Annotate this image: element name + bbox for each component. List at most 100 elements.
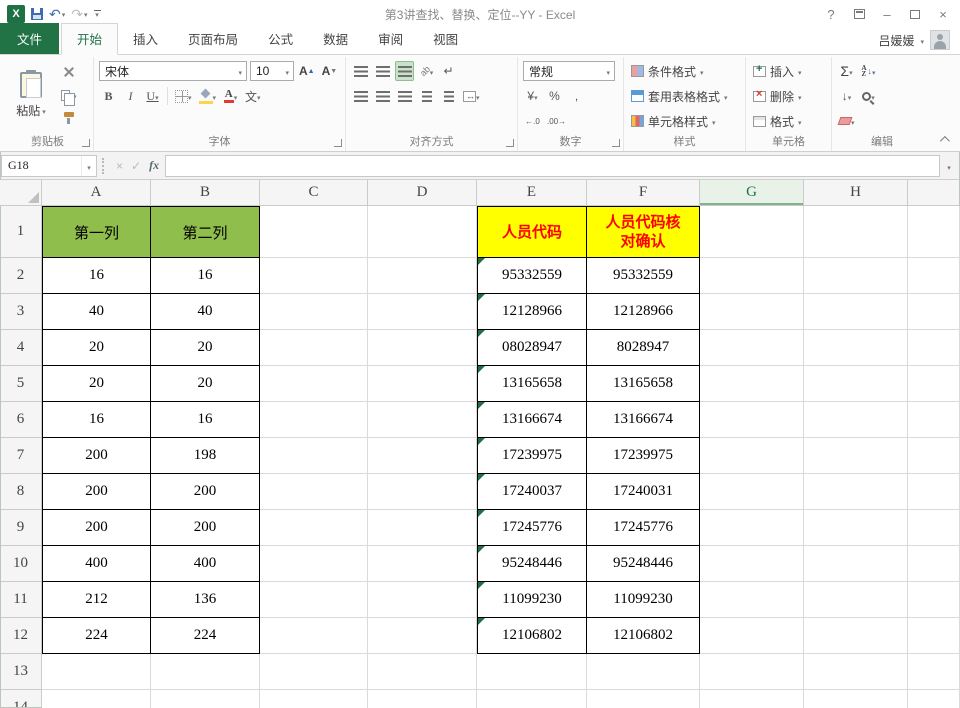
cell-E6[interactable]: 13166674 bbox=[477, 402, 587, 438]
cell-F9[interactable]: 17245776 bbox=[587, 510, 700, 546]
align-middle-button[interactable] bbox=[373, 61, 392, 81]
cell-B11[interactable]: 136 bbox=[151, 582, 260, 618]
tab-view[interactable]: 视图 bbox=[418, 24, 473, 54]
cell-E3[interactable]: 12128966 bbox=[477, 294, 587, 330]
cell-F3[interactable]: 12128966 bbox=[587, 294, 700, 330]
row-header-9[interactable]: 9 bbox=[0, 510, 42, 546]
cell-D2[interactable] bbox=[368, 258, 477, 294]
column-header-C[interactable]: C bbox=[260, 180, 368, 206]
cell-B10[interactable]: 400 bbox=[151, 546, 260, 582]
cell-E2[interactable]: 95332559 bbox=[477, 258, 587, 294]
cell-H4[interactable] bbox=[804, 330, 908, 366]
cell-G5[interactable] bbox=[700, 366, 804, 402]
cut-button[interactable] bbox=[59, 62, 79, 82]
avatar[interactable] bbox=[930, 30, 950, 50]
cell-H12[interactable] bbox=[804, 618, 908, 654]
cell-F14[interactable] bbox=[587, 690, 700, 708]
font-dialog-launcher[interactable] bbox=[334, 139, 342, 147]
row-header-11[interactable]: 11 bbox=[0, 582, 42, 618]
italic-button[interactable]: I bbox=[121, 86, 140, 106]
cell-C13[interactable] bbox=[260, 654, 368, 690]
help-button[interactable]: ? bbox=[818, 3, 844, 25]
cell-A2[interactable]: 16 bbox=[42, 258, 151, 294]
cell-A5[interactable]: 20 bbox=[42, 366, 151, 402]
autosum-button[interactable]: Σ bbox=[837, 61, 856, 81]
row-header-10[interactable]: 10 bbox=[0, 546, 42, 582]
borders-button[interactable] bbox=[173, 86, 194, 106]
cell-E11[interactable]: 11099230 bbox=[477, 582, 587, 618]
row-header-13[interactable]: 13 bbox=[0, 654, 42, 690]
cell-F5[interactable]: 13165658 bbox=[587, 366, 700, 402]
cell-C9[interactable] bbox=[260, 510, 368, 546]
cell-F6[interactable]: 13166674 bbox=[587, 402, 700, 438]
cell-H7[interactable] bbox=[804, 438, 908, 474]
row-header-8[interactable]: 8 bbox=[0, 474, 42, 510]
conditional-formatting-button[interactable]: 条件格式 bbox=[629, 59, 740, 83]
cell-F7[interactable]: 17239975 bbox=[587, 438, 700, 474]
cell-E12[interactable]: 12106802 bbox=[477, 618, 587, 654]
cell-B6[interactable]: 16 bbox=[151, 402, 260, 438]
cell-H8[interactable] bbox=[804, 474, 908, 510]
cell-C1[interactable] bbox=[260, 206, 368, 258]
row-header-6[interactable]: 6 bbox=[0, 402, 42, 438]
cell-D9[interactable] bbox=[368, 510, 477, 546]
cell-D10[interactable] bbox=[368, 546, 477, 582]
cell-E5[interactable]: 13165658 bbox=[477, 366, 587, 402]
font-size-combo[interactable]: 10 bbox=[250, 61, 294, 81]
cell-B1[interactable]: 第二列 bbox=[151, 206, 260, 258]
cell-E13[interactable] bbox=[477, 654, 587, 690]
find-select-button[interactable] bbox=[859, 86, 878, 106]
cell-F12[interactable]: 12106802 bbox=[587, 618, 700, 654]
cell-H5[interactable] bbox=[804, 366, 908, 402]
insert-function-button[interactable]: fx bbox=[149, 158, 159, 173]
cell-G13[interactable] bbox=[700, 654, 804, 690]
cell-B3[interactable]: 40 bbox=[151, 294, 260, 330]
align-top-button[interactable] bbox=[351, 61, 370, 81]
cell-D13[interactable] bbox=[368, 654, 477, 690]
row-header-14[interactable]: 14 bbox=[0, 690, 42, 708]
bold-button[interactable]: B bbox=[99, 86, 118, 106]
clear-button[interactable] bbox=[837, 111, 857, 131]
cell-A3[interactable]: 40 bbox=[42, 294, 151, 330]
cell-D5[interactable] bbox=[368, 366, 477, 402]
cell-A8[interactable]: 200 bbox=[42, 474, 151, 510]
cell-E8[interactable]: 17240037 bbox=[477, 474, 587, 510]
cell-D4[interactable] bbox=[368, 330, 477, 366]
enter-button[interactable]: ✓ bbox=[131, 159, 141, 173]
row-header-4[interactable]: 4 bbox=[0, 330, 42, 366]
expand-formula-bar-button[interactable] bbox=[940, 159, 958, 173]
column-header-A[interactable]: A bbox=[42, 180, 151, 206]
cell-B5[interactable]: 20 bbox=[151, 366, 260, 402]
cell-H1[interactable] bbox=[804, 206, 908, 258]
name-box[interactable]: G18 bbox=[1, 155, 97, 177]
cell-A4[interactable]: 20 bbox=[42, 330, 151, 366]
cell-B9[interactable]: 200 bbox=[151, 510, 260, 546]
insert-cells-button[interactable]: +插入 bbox=[751, 59, 826, 83]
cell-B4[interactable]: 20 bbox=[151, 330, 260, 366]
column-header-E[interactable]: E bbox=[477, 180, 587, 206]
save-button[interactable] bbox=[31, 8, 43, 20]
cell-E9[interactable]: 17245776 bbox=[477, 510, 587, 546]
format-as-table-button[interactable]: 套用表格格式 bbox=[629, 84, 740, 108]
cell-A6[interactable]: 16 bbox=[42, 402, 151, 438]
cell-C12[interactable] bbox=[260, 618, 368, 654]
cell-C14[interactable] bbox=[260, 690, 368, 708]
cell-C7[interactable] bbox=[260, 438, 368, 474]
cell-F8[interactable]: 17240031 bbox=[587, 474, 700, 510]
column-header-G[interactable]: G bbox=[700, 180, 804, 206]
cell-styles-button[interactable]: 单元格样式 bbox=[629, 109, 740, 133]
cell-A13[interactable] bbox=[42, 654, 151, 690]
cell-G12[interactable] bbox=[700, 618, 804, 654]
orientation-button[interactable]: ab bbox=[417, 61, 436, 81]
cell-H6[interactable] bbox=[804, 402, 908, 438]
cell-B8[interactable]: 200 bbox=[151, 474, 260, 510]
decrease-indent-button[interactable] bbox=[417, 86, 436, 106]
number-dialog-launcher[interactable] bbox=[612, 139, 620, 147]
row-header-5[interactable]: 5 bbox=[0, 366, 42, 402]
tab-insert[interactable]: 插入 bbox=[118, 24, 173, 54]
column-header-F[interactable]: F bbox=[587, 180, 700, 206]
cell-G3[interactable] bbox=[700, 294, 804, 330]
cell-E7[interactable]: 17239975 bbox=[477, 438, 587, 474]
cell-B14[interactable] bbox=[151, 690, 260, 708]
maximize-button[interactable] bbox=[902, 3, 928, 25]
